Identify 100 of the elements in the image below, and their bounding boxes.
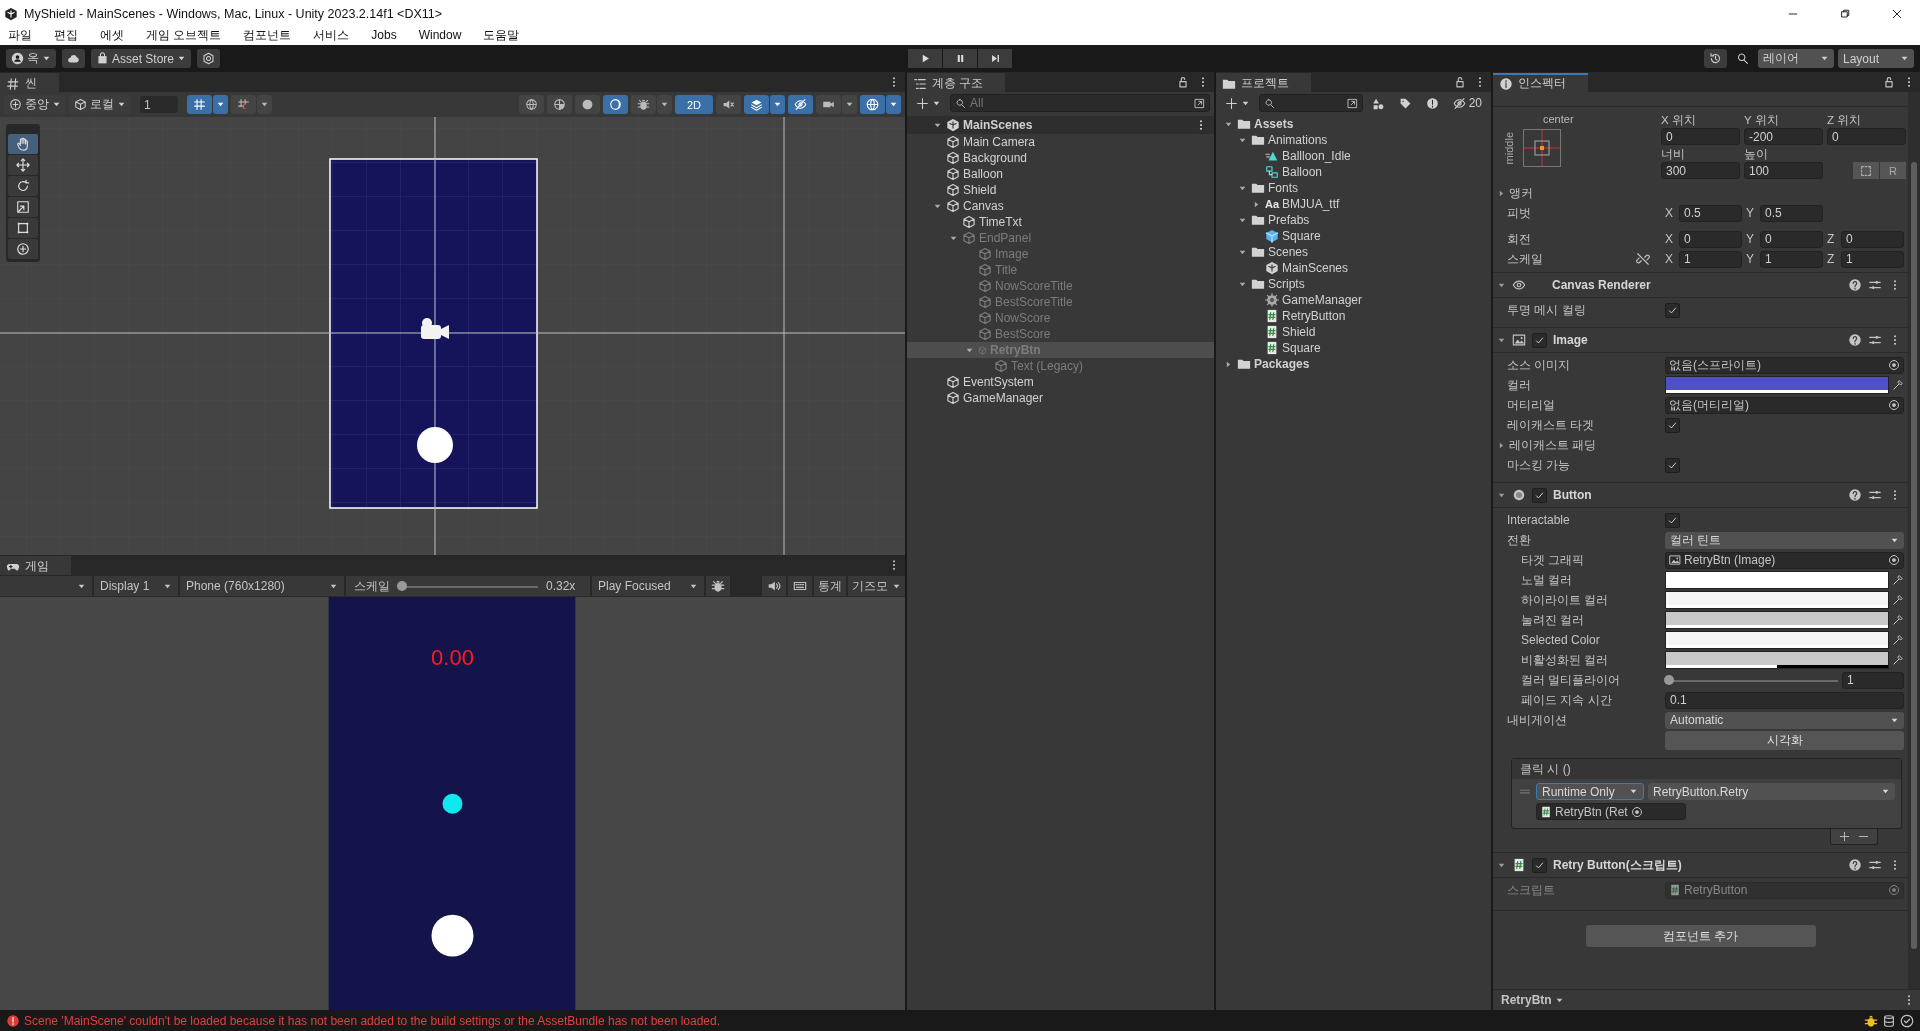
number-field[interactable]: -200 [1744,128,1823,145]
scene-tab[interactable]: 씬 [0,73,59,92]
selection-dropdown[interactable]: RetryBtn [1497,993,1568,1007]
display-dropdown[interactable]: Display 1 [94,576,178,596]
blueprint-button[interactable] [1853,162,1879,179]
color-swatch[interactable] [1665,631,1889,649]
dropdown[interactable]: 컬러 틴트 [1665,531,1904,549]
console-message[interactable]: Scene 'MainScene' couldn't be loaded because it has not been added to the build settings or the AssetBundle has not been loaded. [24,1013,721,1028]
component-header[interactable]: Canvas Renderer [1493,272,1908,298]
circle-sprite[interactable] [417,427,453,463]
number-field[interactable]: 1 [1679,250,1742,268]
pivot-dropdown[interactable]: 중앙 [4,95,66,114]
menu-item[interactable]: Window [418,28,462,42]
visualize-button[interactable]: 시각화 [1665,730,1904,750]
object-field[interactable]: 없음(스프라이트) [1665,356,1904,374]
slider-thumb[interactable] [397,581,407,591]
hierarchy-item[interactable]: Balloon [907,166,1214,182]
number-field[interactable]: 0.5 [1679,204,1742,222]
number-field[interactable]: 0 [1827,128,1906,145]
move-tool-button[interactable] [8,155,38,175]
scrollbar[interactable] [1908,92,1920,989]
project-item[interactable]: Aa BMJUA_ttf [1216,196,1491,212]
rotate-tool-button[interactable] [8,176,38,196]
scale-tool-button[interactable] [8,197,38,217]
options-dropdown[interactable] [842,95,857,114]
game-tab[interactable]: 게임 [0,556,71,575]
project-item[interactable]: Packages [1216,356,1491,372]
increment-field[interactable]: 1 [140,96,178,113]
options-dropdown[interactable] [886,95,901,114]
database-icon[interactable] [1882,1013,1896,1028]
menu-item[interactable]: 에셋 [100,26,124,44]
settings-button[interactable] [197,49,221,68]
checkbox[interactable] [1532,332,1547,348]
project-item[interactable]: Prefabs [1216,212,1491,228]
project-item[interactable]: MainScenes [1216,260,1491,276]
mode-2d-toggle[interactable]: 2D [674,95,713,114]
checkbox[interactable] [1665,457,1680,473]
snap-toggle[interactable] [231,95,256,114]
hierarchy-item[interactable]: Main Camera [907,134,1214,150]
project-item[interactable]: Shield [1216,324,1491,340]
step-button[interactable] [978,49,1012,68]
bug-icon[interactable] [1864,1013,1878,1028]
menu-item[interactable]: 파일 [8,26,32,44]
component-header[interactable]: Button [1493,482,1908,508]
options-dropdown[interactable] [770,95,785,114]
project-item[interactable]: Scripts [1216,276,1491,292]
project-item[interactable]: Square [1216,340,1491,356]
cloud-button[interactable] [62,49,85,68]
anchor-presets-button[interactable] [1523,129,1561,167]
dropdown[interactable]: Automatic [1665,711,1904,729]
eyedropper-icon[interactable] [1892,379,1904,391]
search-field[interactable]: All [970,96,1190,110]
checkbox[interactable] [1665,512,1680,528]
presets-icon[interactable] [1868,333,1882,347]
hidden-packages-button[interactable]: 20 [1447,93,1487,113]
color-swatch[interactable] [1665,591,1889,609]
object-field[interactable]: RetryBtn (Image) [1665,551,1904,569]
grid-toggle[interactable] [187,95,212,114]
help-icon[interactable] [1848,858,1862,872]
color-swatch[interactable] [1665,571,1889,589]
wireframe-toggle[interactable] [518,95,544,114]
lock-icon[interactable] [1882,75,1896,89]
layers-dropdown[interactable]: 레이어 [1758,49,1834,68]
help-icon[interactable] [1848,488,1862,502]
help-icon[interactable] [1848,333,1862,347]
inspector-tab[interactable]: 인스펙터 [1493,73,1588,92]
color-swatch[interactable] [1665,376,1889,394]
presets-icon[interactable] [1868,488,1882,502]
project-item[interactable]: GameManager [1216,292,1491,308]
eyedropper-icon[interactable] [1892,594,1904,606]
layout-dropdown[interactable]: Layout [1838,49,1914,68]
account-button[interactable]: 옥 [6,49,56,68]
number-field[interactable]: 1 [1841,250,1904,268]
resolution-dropdown[interactable]: Phone (760x1280) [180,576,344,596]
effects-toggle[interactable] [744,95,769,114]
project-item[interactable]: Fonts [1216,180,1491,196]
unlit-toggle[interactable] [602,95,628,114]
gizmos-toggle[interactable] [860,95,885,114]
rect-tool-button[interactable] [8,218,38,238]
project-item[interactable]: Assets [1216,116,1491,132]
eyedropper-icon[interactable] [1892,574,1904,586]
object-field[interactable]: 없음(머티리얼) [1665,396,1904,414]
property-label[interactable]: 앵커 [1509,184,1533,202]
play-mode-dropdown[interactable]: Play Focused [592,576,704,596]
mute-button[interactable] [762,576,786,596]
component-header[interactable]: Image [1493,327,1908,353]
visibility-toggle[interactable] [788,95,813,114]
hierarchy-item[interactable]: Canvas [907,198,1214,214]
menu-item[interactable]: 편집 [54,26,78,44]
number-field[interactable]: 300 [1661,162,1740,179]
play-button[interactable] [908,49,942,68]
options-dropdown[interactable] [656,95,672,114]
transform-tool-button[interactable] [8,239,38,259]
shaded-wireframe-toggle[interactable] [546,95,572,114]
lock-icon[interactable] [1176,75,1190,89]
scene-header[interactable]: MainScenes [907,116,1214,134]
presets-icon[interactable] [1868,858,1882,872]
unlink-icon[interactable] [1636,252,1650,266]
hierarchy-tab[interactable]: 계층 구조 [907,73,1006,92]
options-dropdown[interactable] [213,95,228,114]
